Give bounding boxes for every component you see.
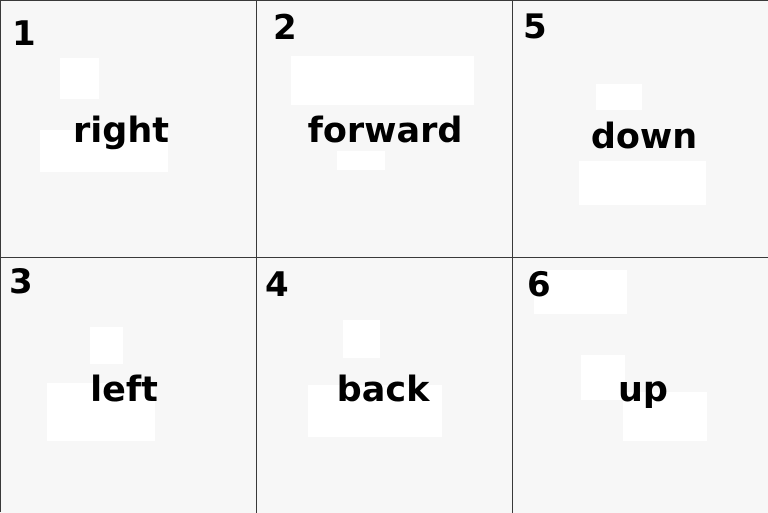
white-block: [337, 151, 385, 170]
cell-forward[interactable]: 2 forward: [257, 1, 512, 257]
white-block: [596, 84, 642, 110]
cell-right[interactable]: 1 right: [1, 1, 256, 257]
direction-label: right: [73, 111, 169, 151]
direction-grid: 1 right 2 forward 5 down 3 left 4 back 6…: [0, 0, 768, 513]
direction-label: back: [336, 370, 430, 410]
cell-back[interactable]: 4 back: [257, 258, 512, 513]
cell-up[interactable]: 6 up: [513, 258, 768, 513]
direction-label: down: [590, 117, 698, 157]
white-block: [579, 161, 706, 205]
cell-left[interactable]: 3 left: [1, 258, 256, 513]
cell-number: 2: [273, 8, 297, 48]
white-block: [291, 56, 474, 105]
cell-number: 3: [9, 262, 33, 302]
cell-number: 4: [265, 265, 289, 305]
cell-number: 6: [527, 265, 551, 305]
white-block: [60, 58, 99, 99]
direction-label: left: [90, 370, 158, 410]
direction-label: forward: [307, 111, 463, 151]
cell-down[interactable]: 5 down: [513, 1, 768, 257]
cell-number: 5: [523, 7, 547, 47]
white-block: [343, 320, 380, 358]
white-block: [90, 327, 123, 364]
cell-number: 1: [12, 14, 36, 54]
grid-line: [1, 257, 768, 258]
direction-label: up: [618, 370, 668, 410]
